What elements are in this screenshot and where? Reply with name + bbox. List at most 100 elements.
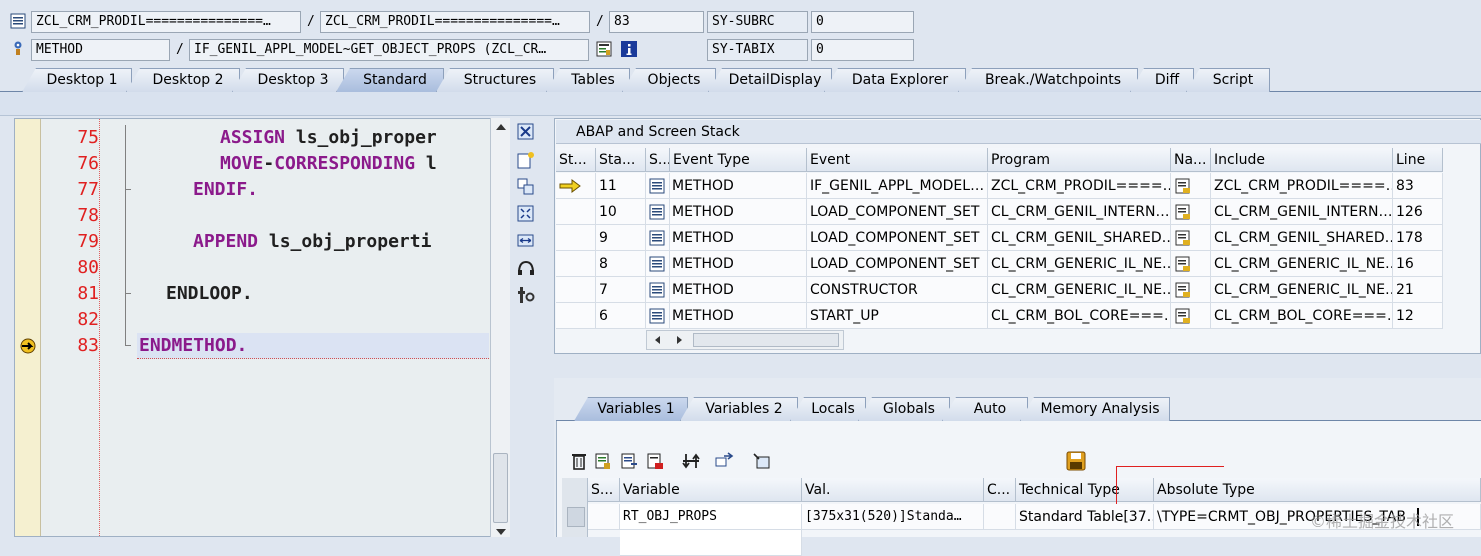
stack-cell-program[interactable]: CL_CRM_GENERIC_IL_NE… xyxy=(988,251,1171,277)
var-col-header[interactable]: C... xyxy=(984,478,1016,502)
tab-desktop-2[interactable]: Desktop 2 xyxy=(126,68,240,92)
stack-col-header[interactable]: Program xyxy=(988,148,1171,172)
tab-structures[interactable]: Structures xyxy=(436,68,554,92)
editor-scrollbar[interactable] xyxy=(490,118,510,537)
info-icon[interactable] xyxy=(621,41,637,57)
tab-detaildisplay[interactable]: DetailDisplay xyxy=(708,68,832,92)
stack-cell-include[interactable]: CL_CRM_GENERIC_IL_NE… xyxy=(1211,251,1393,277)
sort-icon[interactable] xyxy=(682,452,700,470)
stack-col-header[interactable]: S... xyxy=(646,148,670,172)
stack-cell-level[interactable]: 10 xyxy=(596,199,646,225)
stack-cell-nav[interactable] xyxy=(1171,225,1211,251)
close-panel-icon[interactable] xyxy=(516,122,536,142)
stack-col-header[interactable]: Sta... xyxy=(596,148,646,172)
stack-cell-event[interactable]: CONSTRUCTOR xyxy=(807,277,988,303)
stack-col-header[interactable]: Na... xyxy=(1171,148,1211,172)
stack-cell-event-type[interactable]: METHOD xyxy=(670,251,807,277)
source-editor[interactable]: 75 76 77 78 79 80 81 82 83 ASSIGN ls_obj… xyxy=(14,118,510,537)
stack-cell-level[interactable]: 11 xyxy=(596,173,646,199)
var-col-header[interactable]: S... xyxy=(588,478,620,502)
source-display-icon[interactable] xyxy=(596,41,612,57)
tab-memory-analysis[interactable]: Memory Analysis xyxy=(1020,397,1170,421)
stack-col-header[interactable]: Event Type xyxy=(670,148,807,172)
stack-cell-event-type[interactable]: METHOD xyxy=(670,303,807,329)
stack-cell-include[interactable]: CL_CRM_BOL_CORE===… xyxy=(1211,303,1393,329)
save-variables-icon[interactable] xyxy=(594,452,612,470)
stack-cell-event[interactable]: LOAD_COMPONENT_SET xyxy=(807,225,988,251)
display-icon[interactable] xyxy=(752,452,772,470)
stack-cell-nav[interactable] xyxy=(1171,251,1211,277)
stack-cell-include[interactable]: CL_CRM_GENERIC_IL_NE… xyxy=(1211,277,1393,303)
stack-cell-nav[interactable] xyxy=(1171,303,1211,329)
include-field[interactable]: ZCL_CRM_PRODIL===============… xyxy=(320,11,590,33)
var-col-header[interactable]: Absolute Type xyxy=(1154,478,1481,502)
var-col-header[interactable]: Variable xyxy=(620,478,802,502)
stack-cell-nav[interactable] xyxy=(1171,173,1211,199)
tab-auto[interactable]: Auto xyxy=(942,397,1028,421)
delete-icon[interactable] xyxy=(570,452,588,470)
settings-tool-icon[interactable] xyxy=(516,285,536,305)
new-tool-icon[interactable] xyxy=(516,150,536,170)
program-field[interactable]: ZCL_CRM_PRODIL===============… xyxy=(31,11,301,33)
line-field[interactable]: 83 xyxy=(609,11,704,33)
stack-col-header[interactable]: Include xyxy=(1211,148,1393,172)
stack-cell-include[interactable]: CL_CRM_GENIL_SHARED… xyxy=(1211,225,1393,251)
stack-cell-type-icon[interactable] xyxy=(646,303,670,329)
stack-cell-event[interactable]: IF_GENIL_APPL_MODEL… xyxy=(807,173,988,199)
var-col-header[interactable]: Technical Type xyxy=(1016,478,1154,502)
stack-cell-event-type[interactable]: METHOD xyxy=(670,173,807,199)
scroll-up-arrow[interactable] xyxy=(496,124,506,130)
scroll-left-arrow[interactable] xyxy=(655,336,660,344)
stack-hscrollbar[interactable] xyxy=(646,330,844,350)
navigate-icon[interactable] xyxy=(714,452,736,470)
stack-cell-nav[interactable] xyxy=(1171,199,1211,225)
stack-cell-include[interactable]: CL_CRM_GENIL_INTERN… xyxy=(1211,199,1393,225)
stack-cell-type-icon[interactable] xyxy=(646,199,670,225)
stack-cell-program[interactable]: CL_CRM_GENERIC_IL_NE… xyxy=(988,277,1171,303)
navigate-source-icon[interactable] xyxy=(1174,230,1192,246)
stack-cell-line[interactable]: 21 xyxy=(1393,277,1443,303)
stack-cell-event-type[interactable]: METHOD xyxy=(670,277,807,303)
stack-cell-status[interactable] xyxy=(556,251,596,277)
stack-cell-line[interactable]: 12 xyxy=(1393,303,1443,329)
stack-cell-type-icon[interactable] xyxy=(646,225,670,251)
stack-col-header[interactable]: St... xyxy=(556,148,596,172)
tab-globals[interactable]: Globals xyxy=(858,397,950,421)
stack-cell-level[interactable]: 8 xyxy=(596,251,646,277)
stack-cell-event[interactable]: LOAD_COMPONENT_SET xyxy=(807,199,988,225)
stack-cell-line[interactable]: 126 xyxy=(1393,199,1443,225)
stack-cell-line[interactable]: 178 xyxy=(1393,225,1443,251)
event-field[interactable]: IF_GENIL_APPL_MODEL~GET_OBJECT_PROPS (ZC… xyxy=(189,39,589,61)
tab-tables[interactable]: Tables xyxy=(546,68,630,92)
stack-cell-status[interactable] xyxy=(556,303,596,329)
tab-objects[interactable]: Objects xyxy=(622,68,716,92)
save-icon[interactable] xyxy=(1066,451,1086,471)
tab-desktop-1[interactable]: Desktop 1 xyxy=(22,68,132,92)
stack-cell-type-icon[interactable] xyxy=(646,251,670,277)
var-col-header[interactable]: Val. xyxy=(802,478,984,502)
var-cell-variable-empty[interactable] xyxy=(620,530,802,556)
tab-desktop-3[interactable]: Desktop 3 xyxy=(232,68,344,92)
navigate-source-icon[interactable] xyxy=(1174,178,1192,194)
tab-variables-1[interactable]: Variables 1 xyxy=(574,397,688,421)
stack-cell-status[interactable] xyxy=(556,199,596,225)
swap-tool-icon[interactable] xyxy=(516,177,536,197)
stack-cell-event-type[interactable]: METHOD xyxy=(670,199,807,225)
stack-cell-program[interactable]: CL_CRM_GENIL_SHARED… xyxy=(988,225,1171,251)
event-type-field[interactable]: METHOD xyxy=(31,39,170,61)
stack-cell-line[interactable]: 83 xyxy=(1393,173,1443,199)
scroll-thumb[interactable] xyxy=(493,453,508,523)
stack-cell-line[interactable]: 16 xyxy=(1393,251,1443,277)
load-variables-icon[interactable] xyxy=(620,452,638,470)
stack-cell-status[interactable] xyxy=(556,277,596,303)
stack-cell-event[interactable]: START_UP xyxy=(807,303,988,329)
scroll-down-arrow[interactable] xyxy=(496,529,506,535)
stack-cell-status[interactable] xyxy=(556,173,596,199)
tab-script[interactable]: Script xyxy=(1186,68,1270,92)
tab-standard[interactable]: Standard xyxy=(336,68,444,92)
var-cell-value[interactable]: [375x31(520)]Standa… xyxy=(802,504,984,530)
stack-col-header[interactable]: Line xyxy=(1393,148,1443,172)
stack-cell-level[interactable]: 9 xyxy=(596,225,646,251)
scroll-thumb[interactable] xyxy=(693,333,839,347)
tab-break-watchpoints[interactable]: Break./Watchpoints xyxy=(958,68,1138,92)
